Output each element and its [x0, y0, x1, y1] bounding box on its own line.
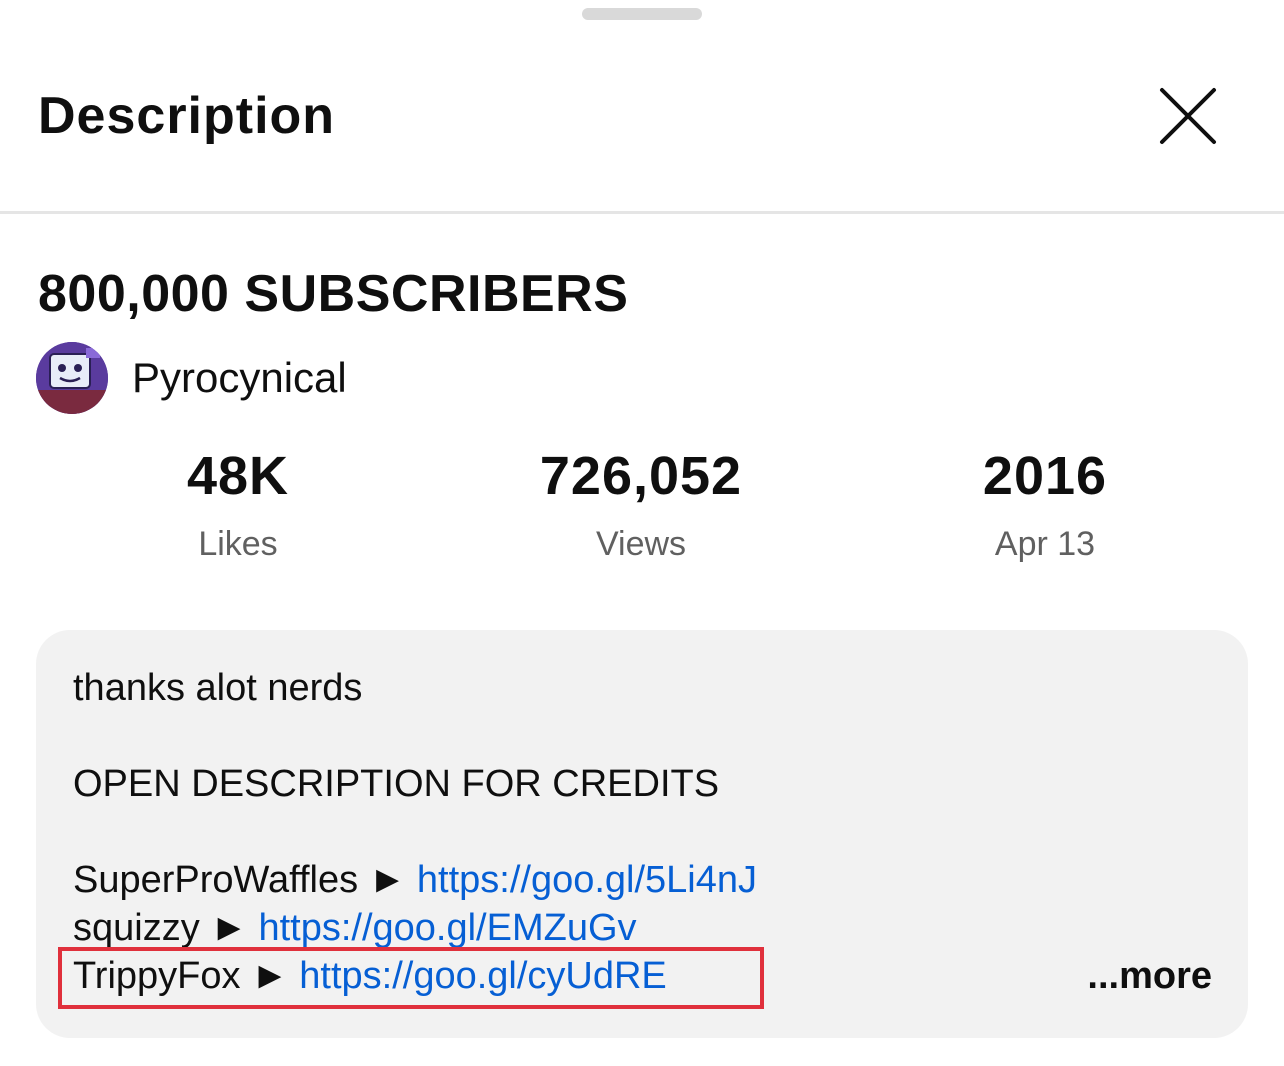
video-title: 800,000 SUBSCRIBERS [38, 265, 629, 323]
play-arrow-icon: ► [368, 859, 407, 901]
header-divider [0, 211, 1284, 214]
sheet-title: Description [38, 87, 336, 145]
likes-count: 48K [186, 446, 290, 506]
publish-year: 2016 [982, 446, 1108, 506]
credit-name: SuperProWaffles [73, 859, 359, 901]
views-label: Views [595, 525, 687, 563]
close-button[interactable] [1150, 78, 1226, 154]
avatar-icon [36, 342, 108, 414]
description-text-line: thanks alot nerds [73, 667, 363, 709]
views-count: 726,052 [539, 446, 743, 506]
credit-line: squizzy ► https://goo.gl/EMZuGv [73, 904, 637, 952]
credit-link[interactable]: https://goo.gl/EMZuGv [258, 907, 636, 949]
credit-name: squizzy [73, 907, 200, 949]
more-button[interactable]: ...more [1087, 952, 1212, 1000]
channel-row[interactable]: Pyrocynical [36, 340, 347, 416]
close-icon [1160, 88, 1216, 144]
description-sheet: Description 800,000 SUBSCRIBERS Pyrocyni… [0, 0, 1284, 1066]
channel-avatar[interactable] [36, 342, 108, 414]
play-arrow-icon: ► [210, 907, 248, 949]
date-stat: 2016 Apr 13 [865, 440, 1225, 576]
likes-stat: 48K Likes [58, 440, 418, 576]
channel-name[interactable]: Pyrocynical [132, 352, 347, 404]
highlight-box [58, 947, 764, 1009]
likes-label: Likes [198, 525, 278, 563]
publish-date: Apr 13 [994, 525, 1096, 563]
video-stats: 48K Likes 726,052 Views 2016 Apr 13 [0, 440, 1284, 580]
credit-line: SuperProWaffles ► https://goo.gl/5Li4nJ [73, 856, 757, 904]
views-stat: 726,052 Views [461, 440, 821, 576]
description-text-line: OPEN DESCRIPTION FOR CREDITS [73, 763, 720, 805]
description-card[interactable]: thanks alot nerds OPEN DESCRIPTION FOR C… [36, 630, 1248, 1038]
sheet-header: Description [0, 0, 1284, 212]
credit-link[interactable]: https://goo.gl/5Li4nJ [417, 859, 757, 901]
